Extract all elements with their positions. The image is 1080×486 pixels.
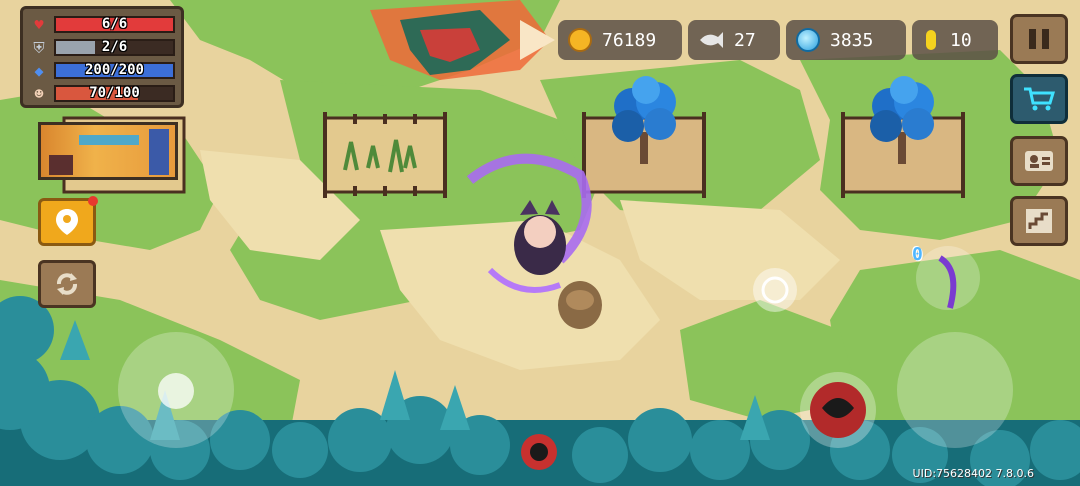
pause-icon: [1029, 29, 1049, 49]
bottom-center-portal: [521, 434, 557, 470]
weapon-swap-slot: [916, 246, 980, 310]
token-icon: [926, 30, 936, 50]
pet-sprite: [558, 281, 602, 329]
currency-tokens-value: 10: [950, 29, 972, 51]
notification-dot: [88, 196, 98, 206]
currency-gems-value: 3835: [830, 29, 874, 51]
stat-row-armor: ⛨ 2/6: [29, 36, 175, 59]
exit-button[interactable]: [1010, 196, 1068, 246]
hp-value: 6/6: [101, 16, 128, 32]
currency-gems: 3835: [786, 20, 906, 60]
currency-fish: 27: [688, 20, 780, 60]
shop-button[interactable]: [1010, 74, 1068, 124]
energy-value: 200/200: [84, 62, 144, 78]
emote-button: [753, 268, 797, 312]
gem-icon: [796, 28, 820, 52]
energy-bar: 200/200: [54, 62, 175, 79]
stamina-value: 70/100: [89, 85, 140, 101]
shield-icon: ⛨: [33, 38, 45, 57]
stat-row-energy: ◆ 200/200: [29, 59, 175, 82]
exit-stairs-icon: [1026, 209, 1052, 233]
garden-plot-1: [323, 112, 447, 198]
currency-gold-value: 76189: [602, 29, 657, 51]
skill-button: [800, 372, 876, 448]
heart-icon: ♥: [34, 15, 44, 34]
armor-bar: 2/6: [54, 39, 175, 56]
weapon-ammo-value: 0: [912, 244, 923, 265]
armor-value: 2/6: [101, 39, 128, 55]
stamina-bar: 70/100: [54, 85, 175, 102]
stat-row-stamina: ☻ 70/100: [29, 82, 175, 105]
stat-row-hp: ♥ 6/6: [29, 13, 175, 36]
face-icon: ☻: [34, 84, 44, 103]
currency-tokens: 10: [912, 20, 998, 60]
profile-button[interactable]: [1010, 136, 1068, 186]
refresh-button[interactable]: [38, 260, 96, 308]
fish-icon: [700, 32, 723, 48]
uid-label: UID:75628402 7.8.0.6: [912, 467, 1034, 480]
currency-fish-value: 27: [734, 29, 756, 51]
profile-card-icon: [1025, 151, 1053, 171]
weapon-ammo: 0: [912, 244, 923, 265]
movement-joystick: [118, 332, 234, 448]
stat-panel: ♥ 6/6 ⛨ 2/6 ◆ 200/200 ☻ 70/100: [20, 6, 184, 108]
pause-button[interactable]: [1010, 14, 1068, 64]
currency-gold: 76189: [558, 20, 682, 60]
diamond-icon: ◆: [34, 61, 44, 80]
aim-joystick: [897, 332, 1013, 448]
shop-cart-icon: [1024, 87, 1056, 111]
refresh-icon: [57, 273, 77, 295]
map-pin-icon: [56, 209, 78, 235]
location-button[interactable]: [38, 196, 98, 246]
gold-coin-icon: [568, 28, 592, 52]
hp-bar: 6/6: [54, 16, 175, 33]
minimap[interactable]: [38, 122, 178, 180]
